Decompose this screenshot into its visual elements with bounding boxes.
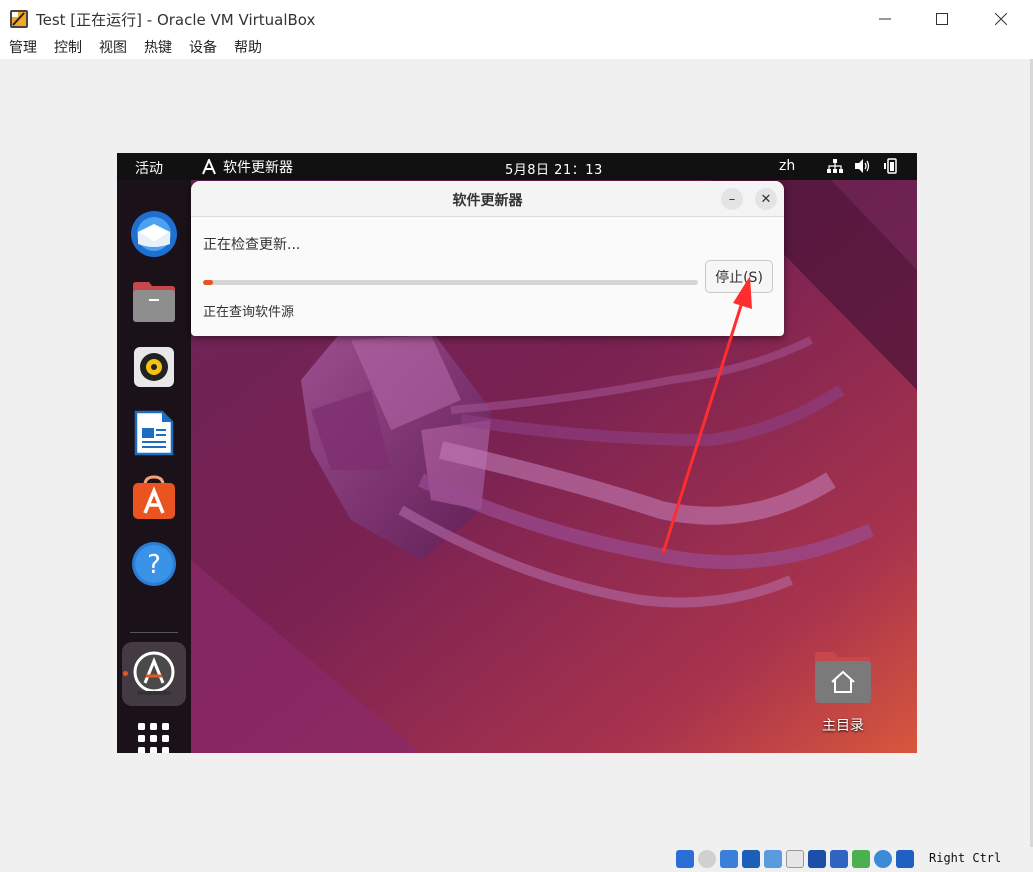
shared-folders-icon[interactable] xyxy=(786,850,804,868)
close-icon xyxy=(995,13,1007,25)
volume-icon xyxy=(855,159,870,173)
show-apps-icon xyxy=(138,723,169,753)
home-folder-icon[interactable] xyxy=(814,650,872,704)
software-icon xyxy=(133,475,175,519)
update-status-text: 正在检查更新... xyxy=(203,237,301,253)
software-updater-small-icon xyxy=(202,159,216,175)
home-folder-label: 主目录 xyxy=(822,718,864,734)
gnome-topbar: 活动 软件更新器 5月8日 21：13 zh xyxy=(117,153,917,180)
display-icon[interactable] xyxy=(808,850,826,868)
system-tray[interactable] xyxy=(827,158,899,174)
files-icon xyxy=(133,282,175,322)
device-status-icons xyxy=(676,850,914,868)
help-icon: ? xyxy=(132,542,176,586)
running-indicator xyxy=(123,671,128,676)
app-menu-label: 软件更新器 xyxy=(223,160,293,176)
guest-screen[interactable]: 活动 软件更新器 5月8日 21：13 zh ? 软件更新器 – ✕ 正在检查更… xyxy=(117,153,917,753)
dialog-minimize-button[interactable]: – xyxy=(721,188,743,210)
dock-software-updater[interactable] xyxy=(130,650,178,698)
minimize-button[interactable] xyxy=(862,4,908,34)
dock-software[interactable] xyxy=(130,474,178,522)
power-icon xyxy=(884,158,897,174)
dock-show-apps[interactable] xyxy=(130,715,178,753)
update-substatus-text: 正在查询软件源 xyxy=(203,305,295,320)
stop-button[interactable]: 停止(S) xyxy=(705,260,773,293)
window-title: Test [正在运行] - Oracle VM VirtualBox xyxy=(36,11,316,29)
dialog-close-button[interactable]: ✕ xyxy=(755,188,777,210)
close-icon: ✕ xyxy=(760,191,772,207)
clock[interactable]: 5月8日 21：13 xyxy=(505,159,603,178)
minimize-icon: – xyxy=(728,191,736,207)
window-titlebar: Test [正在运行] - Oracle VM VirtualBox xyxy=(0,0,1033,37)
progress-fill xyxy=(203,280,213,285)
dialog-header: 软件更新器 – ✕ xyxy=(191,181,784,217)
dialog-title: 软件更新器 xyxy=(452,193,523,209)
dock-help[interactable]: ? xyxy=(130,540,178,588)
input-method-indicator[interactable]: zh xyxy=(779,158,795,174)
dock-rhythmbox[interactable] xyxy=(130,343,178,391)
dock-separator xyxy=(130,632,178,633)
minimize-icon xyxy=(879,18,891,20)
thunderbird-icon xyxy=(131,211,177,257)
menu-hotkey[interactable]: 热键 xyxy=(135,37,180,59)
dock: ? xyxy=(117,180,191,753)
host-key-label: Right Ctrl xyxy=(929,851,1002,865)
dock-writer[interactable] xyxy=(130,409,178,457)
menu-manage[interactable]: 管理 xyxy=(0,37,45,59)
activities-button[interactable]: 活动 xyxy=(135,158,163,178)
maximize-button[interactable] xyxy=(919,4,965,34)
menu-devices[interactable]: 设备 xyxy=(180,37,225,59)
dock-files[interactable] xyxy=(130,278,178,326)
menubar: 管理 控制 视图 热键 设备 帮助 xyxy=(0,37,1033,59)
network-adapter-icon[interactable] xyxy=(742,850,760,868)
optical-drive-icon[interactable] xyxy=(698,850,716,868)
keyboard-capture-icon[interactable] xyxy=(896,850,914,868)
writer-icon xyxy=(134,410,174,456)
network-icon xyxy=(827,159,843,173)
maximize-icon xyxy=(936,13,948,25)
guest-additions-icon[interactable] xyxy=(874,850,892,868)
software-updater-dialog: 软件更新器 – ✕ 正在检查更新... 停止(S) 正在查询软件源 xyxy=(191,181,784,336)
audio-icon[interactable] xyxy=(720,850,738,868)
svg-text:?: ? xyxy=(147,550,161,580)
recording-icon[interactable] xyxy=(830,850,848,868)
dock-thunderbird[interactable] xyxy=(130,210,178,258)
close-button[interactable] xyxy=(978,4,1024,34)
menu-help[interactable]: 帮助 xyxy=(225,37,270,59)
software-updater-icon xyxy=(133,651,175,695)
menu-control[interactable]: 控制 xyxy=(45,37,90,59)
app-menu[interactable]: 软件更新器 xyxy=(201,157,293,177)
vm-statusbar: Right Ctrl xyxy=(0,847,1033,872)
menu-view[interactable]: 视图 xyxy=(90,37,135,59)
virtualbox-logo-icon xyxy=(10,10,28,28)
rhythmbox-icon xyxy=(134,347,174,387)
hard-disk-icon[interactable] xyxy=(676,850,694,868)
update-progress-bar xyxy=(203,280,698,285)
cpu-icon[interactable] xyxy=(852,850,870,868)
usb-icon[interactable] xyxy=(764,850,782,868)
